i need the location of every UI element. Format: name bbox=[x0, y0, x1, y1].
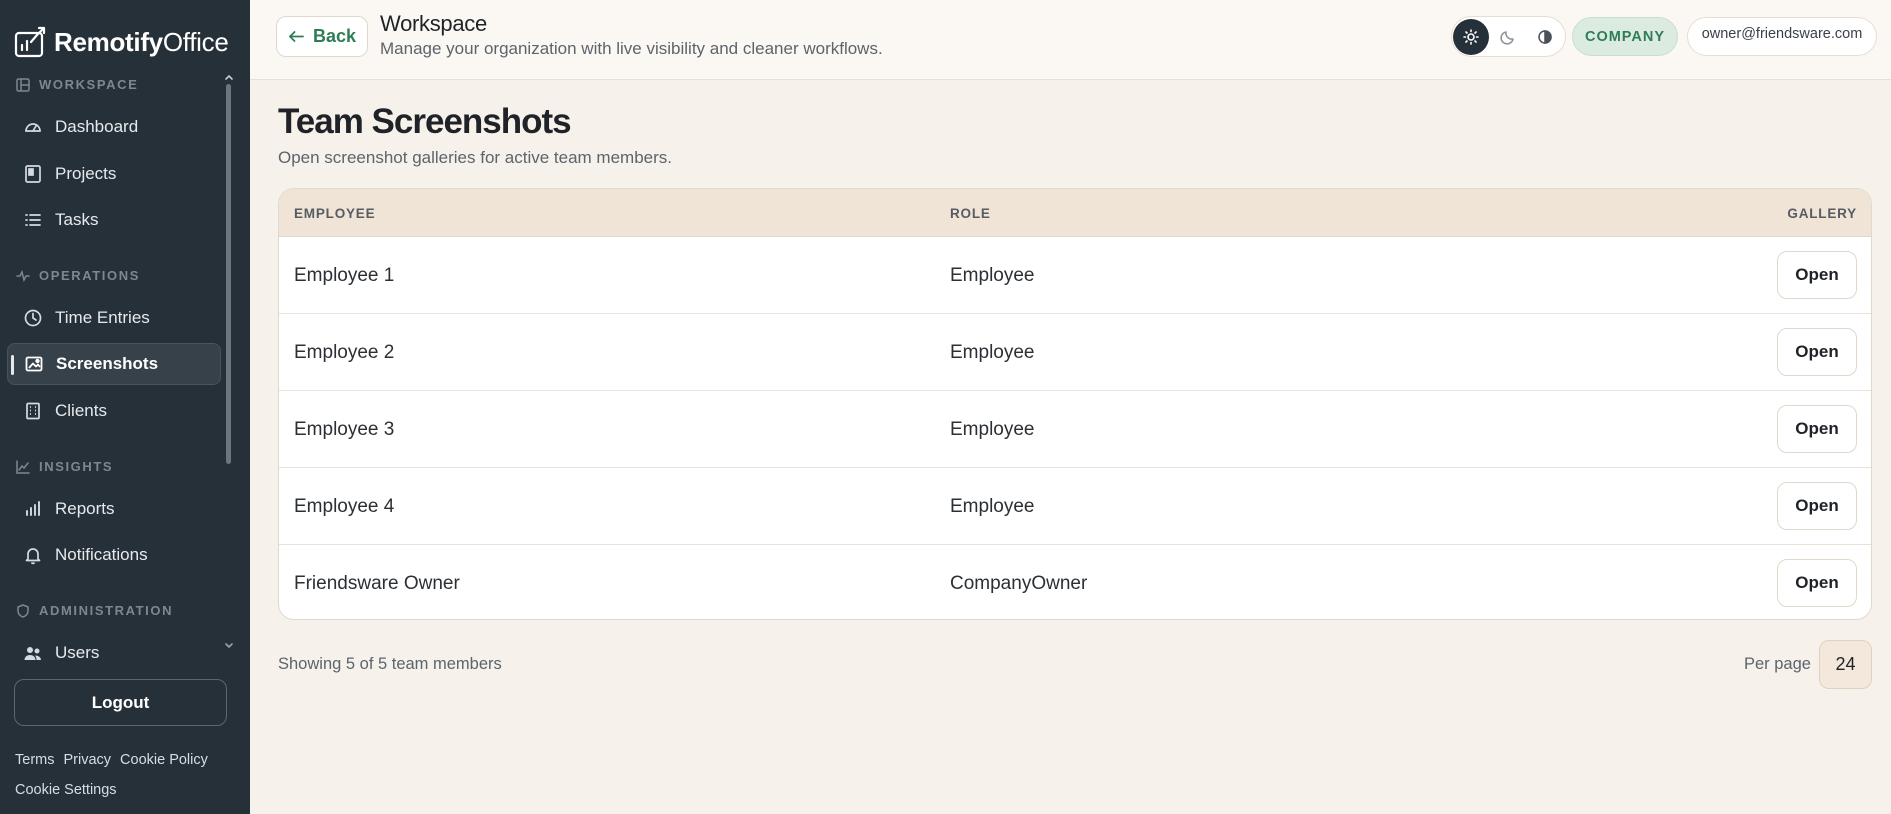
sidebar-item-dashboard[interactable]: Dashboard bbox=[7, 106, 221, 148]
open-gallery-button[interactable]: Open bbox=[1777, 482, 1857, 530]
employee-name: Friendsware Owner bbox=[294, 573, 460, 594]
footer-links: Terms Privacy Cookie Policy Cookie Setting… bbox=[15, 745, 240, 805]
sidebar-item-notifications[interactable]: Notifications bbox=[7, 534, 221, 576]
chevron-up-icon[interactable] bbox=[224, 72, 234, 82]
sidebar-item-label: Tasks bbox=[55, 210, 99, 229]
cookie-settings-link[interactable]: Cookie Settings bbox=[15, 782, 117, 798]
users-icon bbox=[24, 647, 41, 660]
team-screenshots-table: EMPLOYEE ROLE GALLERY Employee 1 Employe… bbox=[278, 188, 1872, 620]
per-page-label: Per page bbox=[1744, 655, 1811, 673]
theme-contrast-button[interactable] bbox=[1527, 19, 1563, 55]
layout-icon bbox=[16, 77, 30, 92]
employee-role: Employee bbox=[950, 496, 1035, 517]
employee-name: Employee 2 bbox=[294, 342, 395, 363]
sidebar: RemotifyOffice WORKSPACE Dashboard Proje… bbox=[0, 0, 250, 814]
table-row: Employee 3 Employee Open bbox=[279, 391, 1871, 468]
theme-light-button[interactable] bbox=[1453, 19, 1489, 55]
employee-role: Employee bbox=[950, 419, 1035, 440]
employee-name: Employee 4 bbox=[294, 496, 395, 517]
role-badge: COMPANY bbox=[1572, 17, 1678, 56]
sidebar-item-time-entries[interactable]: Time Entries bbox=[7, 297, 221, 339]
employee-role: Employee bbox=[950, 265, 1035, 286]
section-workspace: WORKSPACE bbox=[16, 77, 138, 92]
sidebar-item-label: Reports bbox=[55, 499, 115, 518]
sidebar-item-label: Screenshots bbox=[56, 354, 159, 373]
top-header: Back Workspace Manage your organization … bbox=[250, 0, 1891, 80]
open-gallery-button[interactable]: Open bbox=[1777, 328, 1857, 376]
theme-switcher bbox=[1451, 16, 1566, 57]
shield-icon bbox=[17, 603, 29, 618]
sidebar-item-projects[interactable]: Projects bbox=[7, 153, 221, 195]
moon-icon bbox=[1500, 31, 1514, 45]
sidebar-item-label: Clients bbox=[55, 401, 107, 420]
sidebar-scrollbar-thumb[interactable] bbox=[226, 84, 231, 464]
sidebar-item-label: Projects bbox=[55, 164, 117, 183]
back-label: Back bbox=[312, 26, 357, 46]
table-header: EMPLOYEE ROLE GALLERY bbox=[279, 189, 1871, 237]
clock-icon bbox=[24, 309, 42, 327]
column-employee: EMPLOYEE bbox=[294, 206, 376, 221]
sidebar-item-users[interactable]: Users bbox=[7, 632, 221, 660]
logo-icon bbox=[14, 26, 46, 58]
trend-icon bbox=[16, 459, 30, 474]
building-icon bbox=[26, 402, 40, 420]
table-row: Employee 2 Employee Open bbox=[279, 314, 1871, 391]
sidebar-item-label: Dashboard bbox=[55, 117, 139, 136]
section-operations: OPERATIONS bbox=[16, 268, 140, 283]
terms-link[interactable]: Terms bbox=[15, 752, 54, 768]
open-gallery-button[interactable]: Open bbox=[1777, 251, 1857, 299]
sidebar-item-tasks[interactable]: Tasks bbox=[7, 199, 221, 241]
activity-icon bbox=[16, 269, 30, 282]
gauge-icon bbox=[25, 123, 41, 132]
user-email[interactable]: owner@friendsware.com bbox=[1687, 17, 1877, 56]
column-role: ROLE bbox=[950, 206, 991, 221]
section-administration: ADMINISTRATION bbox=[16, 603, 173, 618]
back-button[interactable]: Back bbox=[276, 16, 368, 57]
header-title: Workspace bbox=[380, 11, 487, 36]
folder-icon bbox=[25, 165, 41, 183]
pagination-summary: Showing 5 of 5 team members bbox=[278, 655, 502, 673]
sidebar-item-screenshots[interactable]: Screenshots bbox=[7, 343, 221, 385]
employee-name: Employee 1 bbox=[294, 265, 395, 286]
logout-button[interactable]: Logout bbox=[14, 679, 227, 726]
sidebar-nav: WORKSPACE Dashboard Projects Tasks OPERA… bbox=[0, 70, 236, 660]
sidebar-item-label: Users bbox=[55, 643, 100, 660]
employee-role: CompanyOwner bbox=[950, 573, 1088, 594]
theme-dark-button[interactable] bbox=[1490, 19, 1526, 55]
sidebar-item-label: Notifications bbox=[55, 545, 148, 564]
contrast-icon bbox=[1538, 30, 1552, 44]
open-gallery-button[interactable]: Open bbox=[1777, 405, 1857, 453]
sidebar-scrollbar[interactable] bbox=[224, 72, 234, 662]
arrow-left-icon bbox=[289, 31, 304, 42]
image-icon bbox=[25, 356, 43, 372]
cookie-policy-link[interactable]: Cookie Policy bbox=[120, 752, 208, 768]
sun-icon bbox=[1463, 29, 1479, 45]
table-row: Friendsware Owner CompanyOwner Open bbox=[279, 545, 1871, 619]
privacy-link[interactable]: Privacy bbox=[63, 752, 111, 768]
employee-name: Employee 3 bbox=[294, 419, 395, 440]
chevron-down-icon[interactable] bbox=[224, 640, 234, 650]
table-row: Employee 1 Employee Open bbox=[279, 237, 1871, 314]
header-subtitle: Manage your organization with live visib… bbox=[380, 39, 883, 58]
sidebar-item-label: Time Entries bbox=[55, 308, 150, 327]
list-icon bbox=[25, 214, 41, 226]
bell-icon bbox=[25, 548, 41, 565]
section-insights: INSIGHTS bbox=[16, 459, 113, 474]
page-subtitle: Open screenshot galleries for active tea… bbox=[278, 148, 673, 167]
employee-role: Employee bbox=[950, 342, 1035, 363]
table-row: Employee 4 Employee Open bbox=[279, 468, 1871, 545]
sidebar-item-reports[interactable]: Reports bbox=[7, 488, 221, 530]
page-title: Team Screenshots bbox=[278, 102, 572, 141]
column-gallery: GALLERY bbox=[1787, 206, 1857, 221]
brand-name: RemotifyOffice bbox=[54, 26, 229, 57]
bar-chart-icon bbox=[26, 501, 40, 516]
open-gallery-button[interactable]: Open bbox=[1777, 559, 1857, 607]
sidebar-item-clients[interactable]: Clients bbox=[7, 390, 221, 432]
brand-logo[interactable]: RemotifyOffice bbox=[14, 22, 229, 62]
per-page-select[interactable]: 24 bbox=[1819, 640, 1872, 689]
